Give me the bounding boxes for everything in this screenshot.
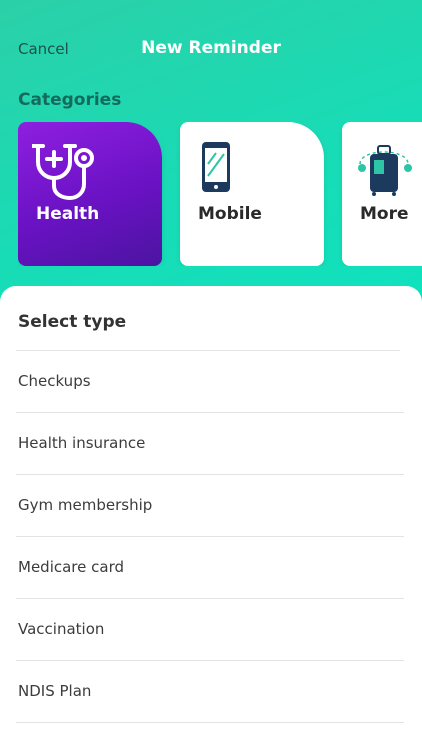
type-item-ndis-plan[interactable]: NDIS Plan [0, 661, 422, 723]
mobile-phone-icon [194, 140, 264, 204]
type-label: Gym membership [18, 496, 153, 514]
stethoscope-icon [31, 140, 102, 204]
categories-carousel[interactable]: Health Mobile More [18, 122, 422, 266]
luggage-icon [356, 140, 416, 204]
type-label: Checkups [18, 372, 91, 390]
type-item-vaccination[interactable]: Vaccination [0, 599, 422, 661]
type-item-medicare-card[interactable]: Medicare card [0, 537, 422, 599]
category-label-more: More [360, 204, 409, 224]
category-card-mobile[interactable]: Mobile [180, 122, 324, 266]
category-card-more[interactable]: More [342, 122, 422, 266]
type-label: Medicare card [18, 558, 124, 576]
type-item-checkups[interactable]: Checkups [0, 351, 422, 413]
select-type-sheet: Select type Checkups Health insurance Gy… [0, 286, 422, 750]
type-list: Checkups Health insurance Gym membership… [0, 351, 422, 723]
categories-heading: Categories [18, 90, 122, 110]
type-label: NDIS Plan [18, 682, 92, 700]
category-label-health: Health [36, 204, 100, 224]
type-item-gym-membership[interactable]: Gym membership [0, 475, 422, 537]
sheet-title: Select type [18, 312, 127, 332]
header: Cancel New Reminder Categories Health Mo… [0, 0, 422, 330]
category-label-mobile: Mobile [198, 204, 262, 224]
type-label: Health insurance [18, 434, 146, 452]
type-label: Vaccination [18, 620, 105, 638]
page-title: New Reminder [141, 38, 281, 58]
category-card-health[interactable]: Health [18, 122, 162, 266]
type-item-health-insurance[interactable]: Health insurance [0, 413, 422, 475]
